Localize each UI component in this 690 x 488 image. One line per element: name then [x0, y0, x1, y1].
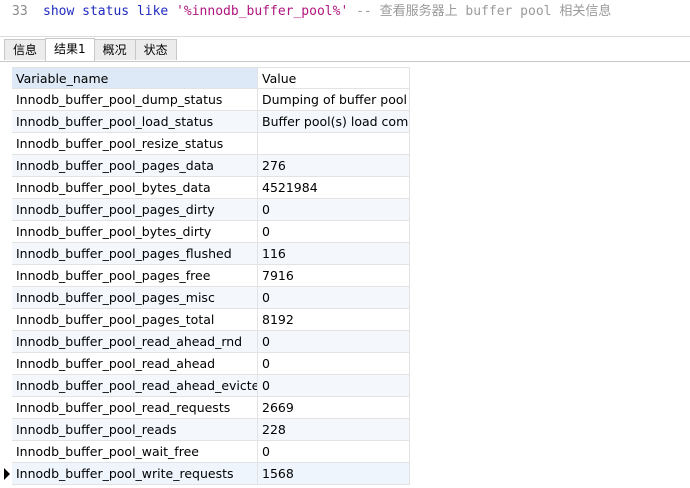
cell-value[interactable]: 0 — [258, 221, 410, 243]
row-indicator-header — [0, 67, 12, 89]
cell-variable-name[interactable]: Innodb_buffer_pool_bytes_dirty — [12, 221, 258, 243]
cell-value[interactable]: 0 — [258, 353, 410, 375]
keyword-status: status — [82, 4, 130, 19]
cell-variable-name[interactable]: Innodb_buffer_pool_read_ahead_evicted — [12, 375, 258, 397]
cell-variable-name[interactable]: Innodb_buffer_pool_write_requests — [12, 463, 258, 485]
cell-value[interactable]: 0 — [258, 199, 410, 221]
like-pattern: '%innodb_buffer_pool%' — [176, 4, 349, 19]
row-indicator[interactable] — [0, 463, 12, 485]
row-indicator[interactable] — [0, 441, 12, 463]
keyword-like: like — [136, 4, 169, 19]
cell-variable-name[interactable]: Innodb_buffer_pool_pages_dirty — [12, 199, 258, 221]
tab-info[interactable]: 信息 — [4, 39, 47, 60]
table-row[interactable]: Innodb_buffer_pool_read_ahead_rnd 0 — [0, 331, 410, 353]
tab-status[interactable]: 状态 — [134, 39, 177, 60]
current-row-arrow-icon — [4, 468, 10, 480]
tab-result-1[interactable]: 结果1 — [45, 38, 95, 61]
row-indicator[interactable] — [0, 331, 12, 353]
cell-value[interactable]: 1568 — [258, 463, 410, 485]
table-row[interactable]: Innodb_buffer_pool_load_status Buffer poo… — [0, 111, 410, 133]
row-indicator[interactable] — [0, 221, 12, 243]
line-number: 33 — [12, 4, 28, 19]
row-indicator[interactable] — [0, 155, 12, 177]
table-row[interactable]: Innodb_buffer_pool_read_requests 2669 — [0, 397, 410, 419]
tabs-divider — [0, 61, 690, 62]
table-row[interactable]: Innodb_buffer_pool_pages_total 8192 — [0, 309, 410, 331]
table-row[interactable]: Innodb_buffer_pool_resize_status — [0, 133, 410, 155]
cell-variable-name[interactable]: Innodb_buffer_pool_reads — [12, 419, 258, 441]
cell-variable-name[interactable]: Innodb_buffer_pool_read_ahead_rnd — [12, 331, 258, 353]
result-grid[interactable]: Variable_name Value Innodb_buffer_pool_d… — [0, 67, 410, 485]
cell-variable-name[interactable]: Innodb_buffer_pool_pages_flushed — [12, 243, 258, 265]
table-row[interactable]: Innodb_buffer_pool_write_requests 1568 — [0, 463, 410, 485]
row-indicator[interactable] — [0, 177, 12, 199]
cell-value[interactable]: Dumping of buffer pool not started — [258, 89, 410, 111]
cell-variable-name[interactable]: Innodb_buffer_pool_pages_misc — [12, 287, 258, 309]
sql-comment: -- 查看服务器上 buffer pool 相关信息 — [356, 4, 612, 19]
result-tabs: 信息 结果1 概况 状态 — [4, 38, 177, 61]
cell-value[interactable]: Buffer pool(s) load completed — [258, 111, 410, 133]
cell-variable-name[interactable]: Innodb_buffer_pool_bytes_data — [12, 177, 258, 199]
query-result-window: 33 show status like '%innodb_buffer_pool… — [0, 0, 690, 488]
cell-value[interactable]: 0 — [258, 441, 410, 463]
cell-value[interactable]: 0 — [258, 375, 410, 397]
table-row[interactable]: Innodb_buffer_pool_wait_free 0 — [0, 441, 410, 463]
cell-value[interactable]: 0 — [258, 331, 410, 353]
table-row[interactable]: Innodb_buffer_pool_bytes_data 4521984 — [0, 177, 410, 199]
table-row[interactable]: Innodb_buffer_pool_reads 228 — [0, 419, 410, 441]
cell-variable-name[interactable]: Innodb_buffer_pool_pages_total — [12, 309, 258, 331]
row-indicator[interactable] — [0, 265, 12, 287]
table-row[interactable]: Innodb_buffer_pool_read_ahead 0 — [0, 353, 410, 375]
cell-value[interactable]: 116 — [258, 243, 410, 265]
cell-value[interactable]: 2669 — [258, 397, 410, 419]
cell-variable-name[interactable]: Innodb_buffer_pool_wait_free — [12, 441, 258, 463]
column-header-variable-name[interactable]: Variable_name — [12, 67, 258, 89]
cell-value[interactable]: 4521984 — [258, 177, 410, 199]
table-row[interactable]: Innodb_buffer_pool_pages_misc 0 — [0, 287, 410, 309]
row-indicator[interactable] — [0, 199, 12, 221]
table-row[interactable]: Innodb_buffer_pool_pages_data 276 — [0, 155, 410, 177]
cell-value[interactable]: 8192 — [258, 309, 410, 331]
editor-divider — [0, 36, 690, 37]
table-row[interactable]: Innodb_buffer_pool_bytes_dirty 0 — [0, 221, 410, 243]
cell-variable-name[interactable]: Innodb_buffer_pool_read_requests — [12, 397, 258, 419]
cell-value[interactable]: 7916 — [258, 265, 410, 287]
cell-value[interactable]: 276 — [258, 155, 410, 177]
cell-variable-name[interactable]: Innodb_buffer_pool_pages_data — [12, 155, 258, 177]
row-indicator[interactable] — [0, 133, 12, 155]
grid-header-row: Variable_name Value — [0, 67, 410, 89]
tab-profile[interactable]: 概况 — [93, 39, 136, 60]
table-row[interactable]: Innodb_buffer_pool_pages_dirty 0 — [0, 199, 410, 221]
cell-variable-name[interactable]: Innodb_buffer_pool_load_status — [12, 111, 258, 133]
cell-variable-name[interactable]: Innodb_buffer_pool_dump_status — [12, 89, 258, 111]
cell-value[interactable]: 228 — [258, 419, 410, 441]
cell-variable-name[interactable]: Innodb_buffer_pool_resize_status — [12, 133, 258, 155]
sql-statement[interactable]: show status like '%innodb_buffer_pool%' … — [43, 0, 611, 24]
table-row[interactable]: Innodb_buffer_pool_pages_free 7916 — [0, 265, 410, 287]
table-row[interactable]: Innodb_buffer_pool_dump_status Dumping of… — [0, 89, 410, 111]
row-indicator[interactable] — [0, 353, 12, 375]
keyword-show: show — [43, 4, 75, 19]
row-indicator[interactable] — [0, 419, 12, 441]
table-row[interactable]: Innodb_buffer_pool_pages_flushed 116 — [0, 243, 410, 265]
sql-editor[interactable]: 33 show status like '%innodb_buffer_pool… — [0, 0, 690, 30]
row-indicator[interactable] — [0, 375, 12, 397]
row-indicator[interactable] — [0, 309, 12, 331]
column-header-value[interactable]: Value — [258, 67, 410, 89]
row-indicator[interactable] — [0, 111, 12, 133]
table-row[interactable]: Innodb_buffer_pool_read_ahead_evicted 0 — [0, 375, 410, 397]
row-indicator[interactable] — [0, 287, 12, 309]
cell-variable-name[interactable]: Innodb_buffer_pool_read_ahead — [12, 353, 258, 375]
cell-variable-name[interactable]: Innodb_buffer_pool_pages_free — [12, 265, 258, 287]
cell-value[interactable]: 0 — [258, 287, 410, 309]
row-indicator[interactable] — [0, 243, 12, 265]
row-indicator[interactable] — [0, 89, 12, 111]
cell-value[interactable] — [258, 133, 410, 155]
row-indicator[interactable] — [0, 397, 12, 419]
